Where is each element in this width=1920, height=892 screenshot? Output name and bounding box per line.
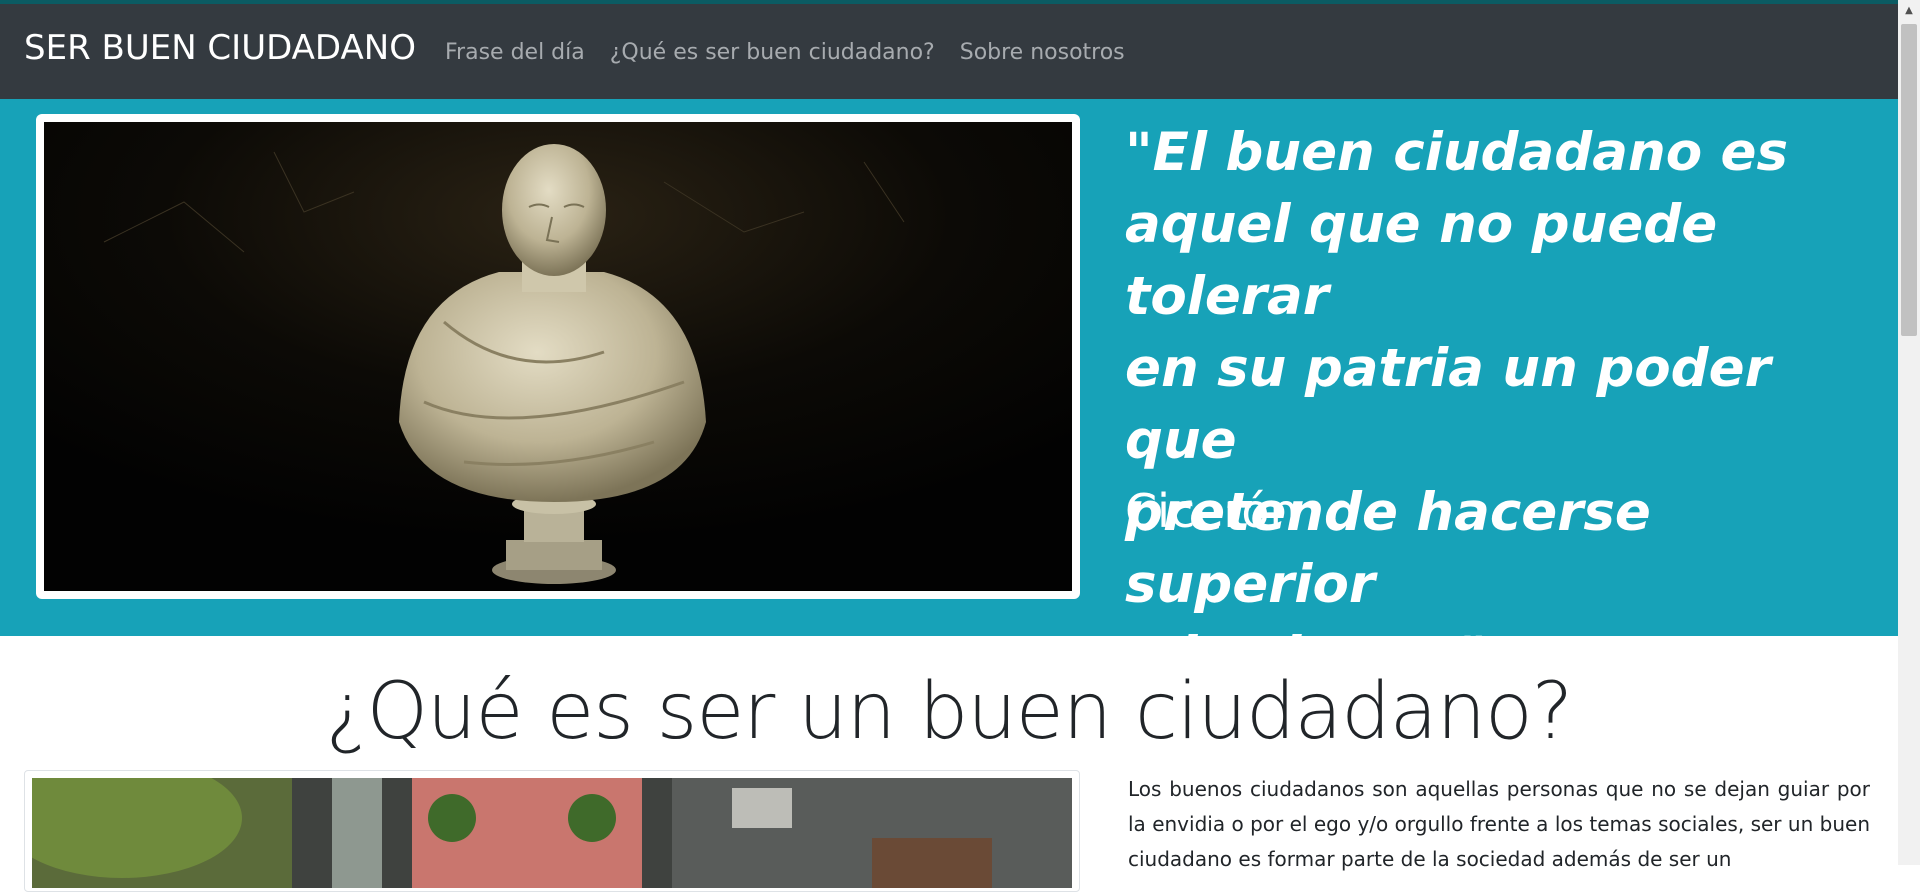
section-image-frame	[24, 770, 1080, 892]
nav-link-frase-del-dia[interactable]: Frase del día	[445, 40, 585, 65]
triangle-up-icon[interactable]: ▲	[1898, 0, 1920, 22]
hero-image-frame	[36, 114, 1080, 599]
quote-line: "El buen ciudadano es	[1125, 122, 1789, 183]
navbar: SER BUEN CIUDADANO Frase del día ¿Qué es…	[0, 4, 1898, 99]
brand-link[interactable]: SER BUEN CIUDADANO	[24, 28, 416, 68]
cicero-bust-image	[44, 122, 1072, 591]
quote-line: aquel que no puede tolerar	[1125, 194, 1718, 327]
section-paragraph: Los buenos ciudadanos son aquellas perso…	[1128, 777, 1870, 871]
section-title: ¿Qué es ser un buen ciudadano?	[325, 667, 1573, 757]
quote-line: en su patria un poder que	[1125, 338, 1771, 471]
nav-link-que-es-buen-ciudadano[interactable]: ¿Qué es ser buen ciudadano?	[610, 40, 935, 65]
nav-links: Frase del día ¿Qué es ser buen ciudadano…	[445, 40, 1125, 65]
featured-quote: "El buen ciudadano es aquel que no puede…	[1125, 117, 1885, 693]
nav-link-sobre-nosotros[interactable]: Sobre nosotros	[960, 40, 1125, 65]
quote-author: Cicerón	[1125, 484, 1299, 538]
hero-section: "El buen ciudadano es aquel que no puede…	[0, 99, 1898, 687]
town-square-image	[32, 778, 1072, 888]
scrollbar-thumb[interactable]	[1901, 24, 1917, 336]
vertical-scrollbar[interactable]: ▲	[1898, 0, 1920, 865]
